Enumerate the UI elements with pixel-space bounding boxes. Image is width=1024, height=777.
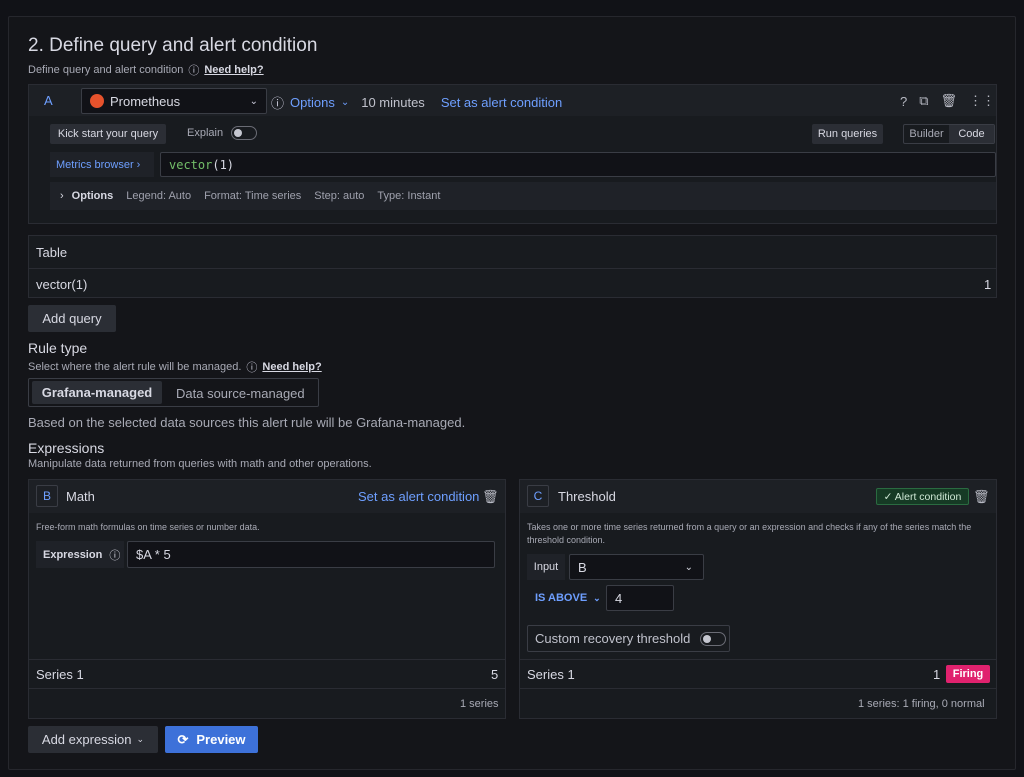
math-footer: 1 series bbox=[460, 698, 499, 710]
prometheus-logo-icon bbox=[90, 94, 104, 108]
rule-type-subtitle-row: Select where the alert rule will be mana… bbox=[28, 359, 322, 375]
alert-condition-badge: ✓ Alert condition bbox=[876, 488, 969, 505]
type-option: Type: Instant bbox=[377, 190, 441, 202]
query-function: vector bbox=[169, 157, 213, 172]
math-divider bbox=[29, 659, 505, 660]
threshold-ref-id[interactable]: C bbox=[527, 485, 549, 507]
set-alert-condition-link[interactable]: Set as alert condition bbox=[441, 95, 562, 110]
datasource-picker[interactable]: Prometheus ⌄ bbox=[81, 88, 267, 114]
section-subtitle: Define query and alert condition bbox=[28, 64, 184, 76]
query-options-row: ⓘ Options ⌄ 10 minutes Set as alert cond… bbox=[271, 93, 562, 112]
expression-label: Expression bbox=[43, 548, 103, 561]
grafana-managed-option[interactable]: Grafana-managed bbox=[32, 381, 162, 404]
math-description: Free-form math formulas on time series o… bbox=[36, 522, 260, 532]
help-icon[interactable]: ? bbox=[900, 94, 907, 109]
query-options-button[interactable]: Options bbox=[290, 95, 335, 110]
legend-option: Legend: Auto bbox=[126, 190, 192, 202]
chevron-down-icon: ⌄ bbox=[136, 734, 145, 744]
query-code-editor[interactable]: vector (1) bbox=[160, 152, 996, 177]
query-actions: ? ⧉ 🗑 ⋮⋮ bbox=[900, 93, 995, 109]
rule-type-help-link[interactable]: Need help? bbox=[262, 361, 321, 373]
step-option: Step: auto bbox=[314, 190, 365, 202]
threshold-footer-divider bbox=[520, 688, 996, 689]
math-footer-divider bbox=[29, 688, 505, 689]
datasource-managed-option[interactable]: Data source-managed bbox=[176, 386, 305, 401]
query-ref-id[interactable]: A bbox=[44, 93, 53, 108]
threshold-operator[interactable]: IS ABOVE ⌄ bbox=[535, 592, 601, 604]
expressions-subtitle: Manipulate data returned from queries wi… bbox=[28, 458, 372, 470]
explain-toggle[interactable] bbox=[231, 126, 258, 140]
threshold-footer: 1 series: 1 firing, 0 normal bbox=[858, 698, 985, 710]
run-queries-button[interactable]: Run queries bbox=[812, 124, 883, 144]
rule-type-subtitle: Select where the alert rule will be mana… bbox=[28, 361, 242, 373]
table-row-value: 1 bbox=[984, 277, 992, 292]
input-label: Input bbox=[527, 554, 565, 580]
table-row-label: vector(1) bbox=[36, 277, 88, 292]
recovery-threshold-label: Custom recovery threshold bbox=[535, 631, 691, 646]
expression-label-box: Expression ⓘ bbox=[36, 541, 124, 568]
info-icon: ⓘ bbox=[109, 549, 121, 562]
threshold-value-input[interactable]: 4 bbox=[606, 585, 674, 611]
operator-label: IS ABOVE bbox=[535, 592, 588, 604]
result-table bbox=[28, 235, 997, 298]
math-set-alert-link[interactable]: Set as alert condition bbox=[358, 489, 479, 504]
math-ref-id[interactable]: B bbox=[36, 485, 58, 507]
builder-tab[interactable]: Builder bbox=[904, 125, 949, 143]
math-expression-input[interactable]: $A * 5 bbox=[127, 541, 495, 568]
threshold-description: Takes one or more time series returned f… bbox=[527, 522, 972, 545]
drag-handle-icon[interactable]: ⋮⋮ bbox=[969, 93, 995, 109]
threshold-title: Threshold bbox=[558, 489, 616, 504]
math-expression-card bbox=[28, 479, 506, 719]
trash-icon[interactable]: 🗑 bbox=[941, 93, 958, 109]
help-circle-icon: ⓘ bbox=[246, 362, 258, 374]
metrics-browser-button[interactable]: Metrics browser › bbox=[50, 152, 154, 177]
math-series-label: Series 1 bbox=[36, 667, 84, 682]
chevron-down-icon: ⌄ bbox=[593, 592, 601, 603]
threshold-trash-icon[interactable]: 🗑 bbox=[973, 489, 990, 505]
table-title: Table bbox=[36, 245, 68, 260]
table-divider bbox=[29, 268, 996, 269]
kick-start-query-button[interactable]: Kick start your query bbox=[50, 124, 166, 144]
expand-chevron-icon: › bbox=[60, 190, 64, 202]
threshold-input-select[interactable]: B ⌄ bbox=[569, 554, 704, 580]
datasource-name: Prometheus bbox=[110, 93, 181, 109]
info-icon: ⓘ bbox=[271, 96, 285, 111]
need-help-link[interactable]: Need help? bbox=[204, 64, 263, 76]
query-args: (1) bbox=[212, 157, 235, 172]
threshold-input-value: B bbox=[578, 559, 587, 575]
chevron-down-icon: ⌄ bbox=[249, 95, 258, 107]
recovery-toggle-switch[interactable] bbox=[700, 631, 727, 646]
refresh-icon: ⟳ bbox=[177, 731, 189, 747]
math-trash-icon[interactable]: 🗑 bbox=[482, 489, 499, 505]
section-subtitle-row: Define query and alert condition ⓘ Need … bbox=[28, 62, 264, 78]
recovery-threshold-toggle[interactable]: Custom recovery threshold bbox=[527, 625, 730, 652]
options-chevron-icon: ⌄ bbox=[340, 97, 350, 108]
add-query-button[interactable]: Add query bbox=[28, 305, 116, 332]
chevron-down-icon: ⌄ bbox=[684, 561, 693, 573]
threshold-divider bbox=[520, 659, 996, 660]
threshold-series-label: Series 1 bbox=[527, 667, 575, 682]
query-interval: 10 minutes bbox=[361, 95, 425, 110]
format-option: Format: Time series bbox=[204, 190, 302, 202]
editor-mode-toggle: Builder Code bbox=[903, 124, 995, 144]
math-series-value: 5 bbox=[491, 667, 499, 682]
add-expression-label: Add expression bbox=[41, 732, 132, 747]
options-label: Options bbox=[71, 190, 114, 202]
duplicate-icon[interactable]: ⧉ bbox=[919, 93, 928, 109]
preview-button[interactable]: ⟳ Preview bbox=[165, 726, 258, 753]
math-title: Math bbox=[66, 489, 95, 504]
rule-type-title: Rule type bbox=[28, 340, 88, 356]
firing-state-badge: Firing bbox=[946, 665, 990, 683]
help-circle-icon: ⓘ bbox=[188, 65, 200, 77]
expressions-title: Expressions bbox=[28, 440, 105, 456]
explain-label: Explain bbox=[187, 127, 224, 139]
add-expression-button[interactable]: Add expression ⌄ bbox=[28, 726, 158, 753]
page-title: 2. Define query and alert condition bbox=[28, 35, 318, 56]
query-options-summary: › Options Legend: Auto Format: Time seri… bbox=[60, 190, 440, 202]
rule-type-note: Based on the selected data sources this … bbox=[28, 415, 466, 430]
code-tab[interactable]: Code bbox=[949, 125, 994, 143]
threshold-series-value: 1 bbox=[933, 667, 941, 682]
explain-row: Explain bbox=[187, 126, 258, 140]
preview-label: Preview bbox=[196, 732, 246, 747]
